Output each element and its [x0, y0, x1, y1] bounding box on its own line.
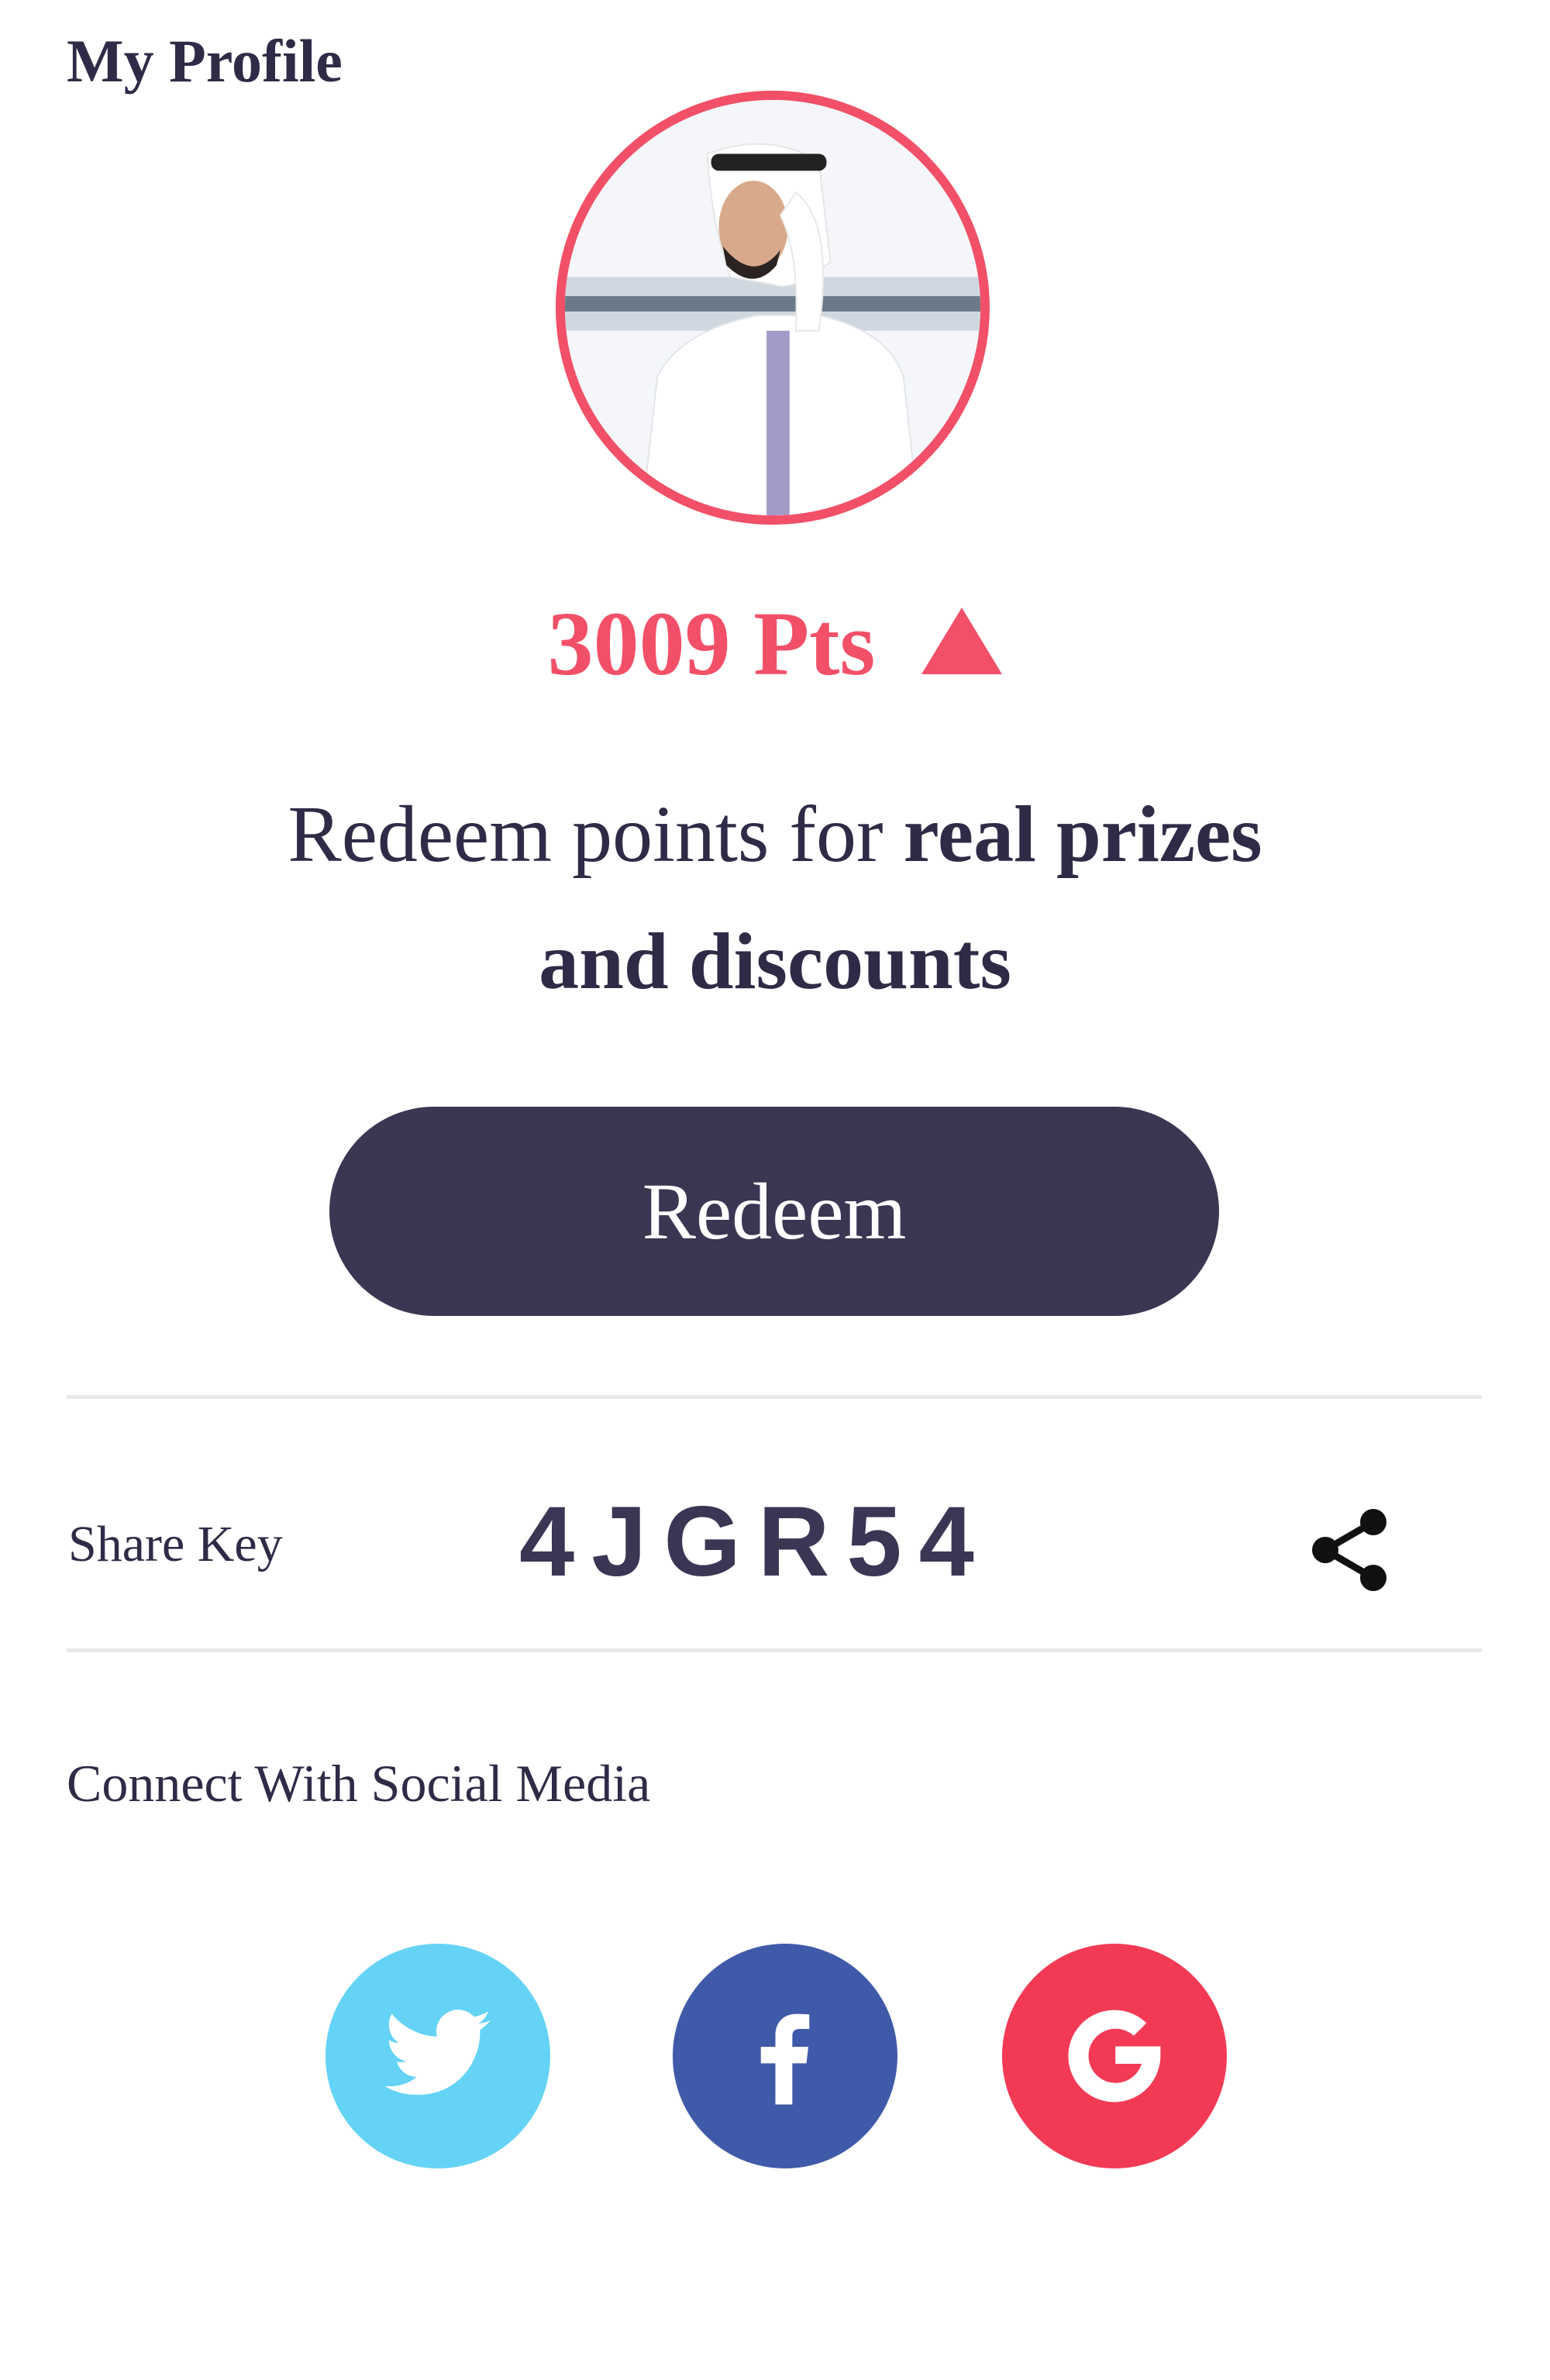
share-key-label: Share Key	[68, 1516, 283, 1572]
share-icon[interactable]	[1302, 1503, 1395, 1596]
points-display: 3009 Pts	[0, 589, 1550, 690]
google-icon	[1068, 2010, 1161, 2103]
tagline: Redeem points for real prizes and discou…	[155, 771, 1395, 1025]
facebook-icon	[760, 2013, 810, 2105]
avatar-photo	[565, 100, 980, 515]
page-title: My Profile	[67, 27, 343, 95]
points-value: 3009 Pts	[547, 592, 876, 694]
twitter-icon	[384, 2010, 491, 2096]
tagline-bold-1: real prizes	[903, 790, 1262, 879]
tagline-plain: Redeem points for	[288, 790, 904, 879]
divider-top	[67, 1395, 1482, 1399]
redeem-button[interactable]: Redeem	[329, 1107, 1219, 1316]
tagline-bold-2: and discounts	[539, 917, 1011, 1006]
divider-bottom	[67, 1648, 1482, 1652]
avatar[interactable]	[556, 91, 990, 525]
facebook-button[interactable]	[673, 1944, 897, 2168]
share-key-value: 4JGR54	[519, 1486, 991, 1597]
google-button[interactable]	[1002, 1944, 1227, 2168]
social-media-label: Connect With Social Media	[67, 1754, 651, 1813]
triangle-up-icon	[921, 607, 1003, 674]
twitter-button[interactable]	[326, 1944, 550, 2168]
